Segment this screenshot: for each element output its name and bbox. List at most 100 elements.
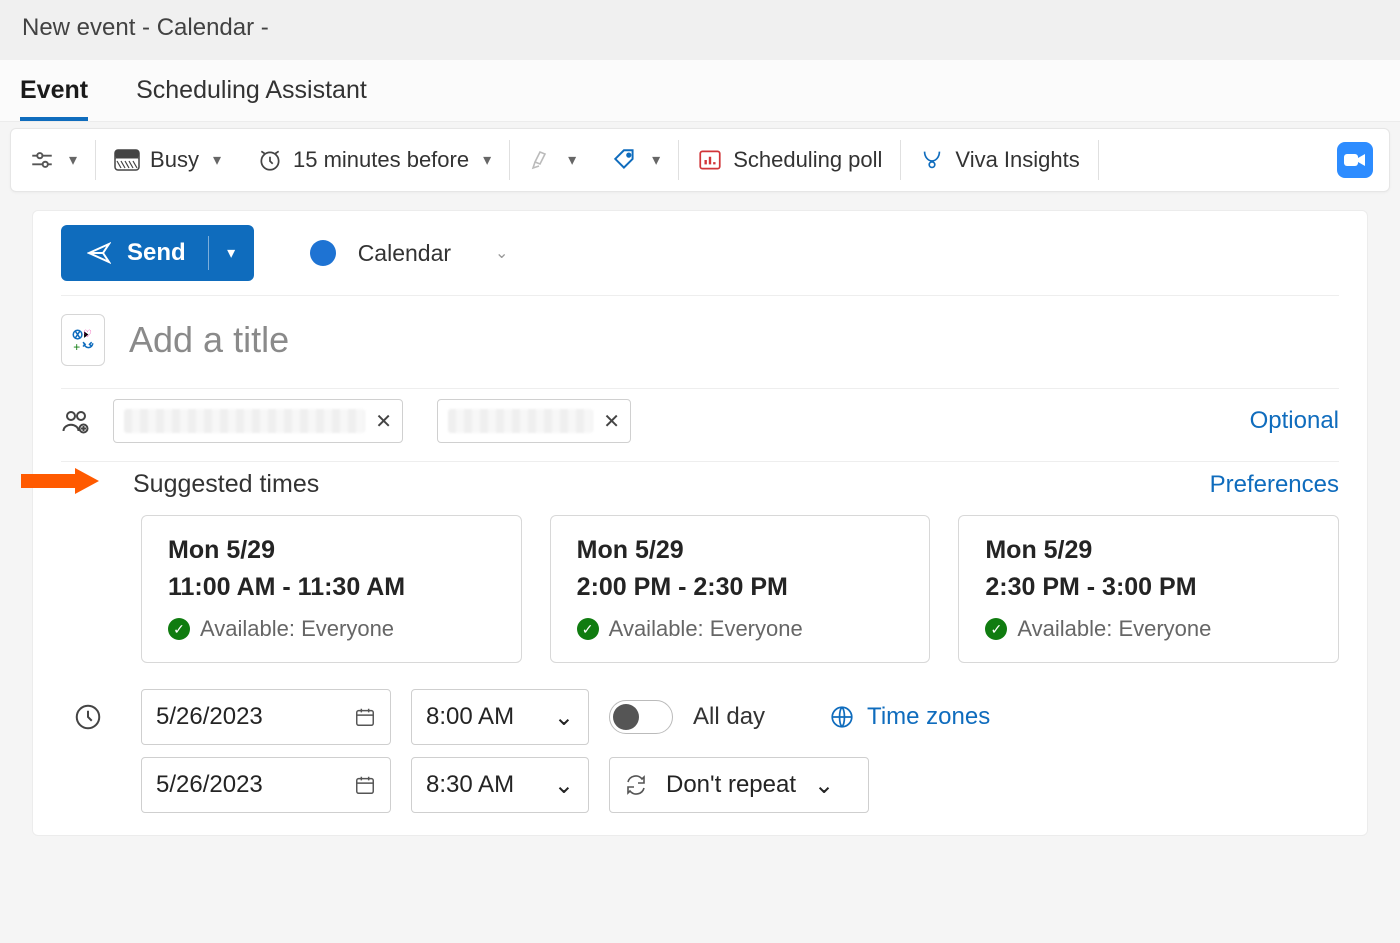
chevron-down-icon: ⌄ bbox=[495, 243, 508, 263]
suggested-time: 2:00 PM - 2:30 PM bbox=[577, 573, 904, 602]
viva-icon bbox=[919, 147, 945, 173]
viva-label: Viva Insights bbox=[955, 147, 1079, 173]
chevron-down-icon: ▾ bbox=[568, 150, 576, 170]
svg-text:♡: ♡ bbox=[83, 329, 92, 340]
chevron-down-icon: ▾ bbox=[213, 150, 221, 170]
time-zones-label: Time zones bbox=[867, 703, 990, 731]
preferences-link[interactable]: Preferences bbox=[1210, 471, 1339, 499]
poll-icon bbox=[697, 147, 723, 173]
scheduling-poll-button[interactable]: Scheduling poll bbox=[679, 129, 900, 191]
tab-scheduling-assistant[interactable]: Scheduling Assistant bbox=[136, 60, 367, 121]
busy-label: Busy bbox=[150, 147, 199, 173]
people-icon bbox=[61, 406, 91, 436]
suggested-date: Mon 5/29 bbox=[985, 536, 1312, 565]
format-painter-icon bbox=[528, 147, 554, 173]
attendee-redacted bbox=[448, 409, 593, 433]
reminder-button[interactable]: 15 minutes before ▾ bbox=[239, 129, 509, 191]
globe-icon bbox=[829, 704, 855, 730]
end-date-value: 5/26/2023 bbox=[156, 771, 263, 799]
tag-icon bbox=[612, 147, 638, 173]
recurrence-field[interactable]: Don't repeat ⌄ bbox=[609, 757, 869, 813]
send-split-button[interactable]: ▾ bbox=[208, 236, 254, 270]
suggested-availability: ✓ Available: Everyone bbox=[577, 616, 904, 642]
sliders-icon bbox=[29, 147, 55, 173]
chevron-down-icon: ⌄ bbox=[554, 703, 574, 732]
calendar-color-dot bbox=[310, 240, 336, 266]
chevron-down-icon: ⌄ bbox=[814, 771, 834, 800]
remove-attendee-button[interactable]: ✕ bbox=[375, 409, 392, 434]
send-icon bbox=[87, 242, 111, 264]
window-title-text: New event - Calendar - bbox=[22, 14, 269, 41]
svg-text:+: + bbox=[73, 340, 80, 353]
start-date-field[interactable]: 5/26/2023 bbox=[141, 689, 391, 745]
event-form: Send ▾ Calendar ⌄ ♡ + bbox=[32, 210, 1368, 836]
all-day-label: All day bbox=[693, 703, 765, 731]
suggested-times-header: Suggested times Preferences bbox=[33, 462, 1367, 515]
calendar-selector[interactable]: Calendar bbox=[358, 240, 451, 267]
chevron-down-icon: ▾ bbox=[483, 150, 491, 170]
tabs-bar: Event Scheduling Assistant bbox=[0, 60, 1400, 122]
busy-status-button[interactable]: Busy ▾ bbox=[96, 129, 239, 191]
calendar-icon bbox=[354, 706, 376, 728]
suggested-availability: ✓ Available: Everyone bbox=[985, 616, 1312, 642]
end-datetime-row: 5/26/2023 8:30 AM ⌄ Don't repeat ⌄ bbox=[33, 751, 1367, 835]
end-time-field[interactable]: 8:30 AM ⌄ bbox=[411, 757, 589, 813]
suggested-availability: ✓ Available: Everyone bbox=[168, 616, 495, 642]
availability-text: Available: Everyone bbox=[1017, 616, 1211, 642]
toolbar-settings-button[interactable]: ▾ bbox=[11, 129, 95, 191]
end-date-field[interactable]: 5/26/2023 bbox=[141, 757, 391, 813]
time-zones-link[interactable]: Time zones bbox=[829, 703, 990, 731]
calendar-icon bbox=[354, 774, 376, 796]
clock-icon bbox=[73, 702, 103, 732]
emoji-picker-button[interactable]: ♡ + bbox=[61, 314, 105, 366]
end-time-value: 8:30 AM bbox=[426, 771, 514, 799]
attendee-chip[interactable]: ✕ bbox=[437, 399, 631, 443]
repeat-icon bbox=[624, 773, 648, 797]
check-icon: ✓ bbox=[577, 618, 599, 640]
optional-attendees-link[interactable]: Optional bbox=[1250, 407, 1339, 435]
suggested-times-label: Suggested times bbox=[133, 470, 319, 499]
video-camera-icon bbox=[1344, 152, 1366, 168]
scheduling-poll-label: Scheduling poll bbox=[733, 147, 882, 173]
emoji-icon: ♡ + bbox=[70, 327, 96, 353]
suggested-times-list: Mon 5/29 11:00 AM - 11:30 AM ✓ Available… bbox=[33, 515, 1367, 683]
check-icon: ✓ bbox=[168, 618, 190, 640]
suggested-time-card[interactable]: Mon 5/29 11:00 AM - 11:30 AM ✓ Available… bbox=[141, 515, 522, 663]
title-row: ♡ + bbox=[33, 296, 1367, 388]
toolbar-separator bbox=[1098, 140, 1099, 180]
send-button[interactable]: Send ▾ bbox=[61, 225, 254, 281]
send-row: Send ▾ Calendar ⌄ bbox=[33, 211, 1367, 295]
suggested-time-card[interactable]: Mon 5/29 2:00 PM - 2:30 PM ✓ Available: … bbox=[550, 515, 931, 663]
attendee-redacted bbox=[124, 409, 365, 433]
send-label: Send bbox=[127, 239, 186, 267]
remove-attendee-button[interactable]: ✕ bbox=[603, 409, 620, 434]
format-painter-button[interactable]: ▾ bbox=[510, 129, 594, 191]
zoom-meeting-button[interactable] bbox=[1337, 142, 1373, 178]
busy-status-icon bbox=[114, 147, 140, 173]
recurrence-value: Don't repeat bbox=[666, 771, 796, 799]
chevron-down-icon: ▾ bbox=[227, 243, 235, 263]
start-date-value: 5/26/2023 bbox=[156, 703, 263, 731]
viva-insights-button[interactable]: Viva Insights bbox=[901, 129, 1097, 191]
suggested-time: 11:00 AM - 11:30 AM bbox=[168, 573, 495, 602]
window-title: New event - Calendar - bbox=[0, 0, 1400, 60]
chevron-down-icon: ⌄ bbox=[554, 771, 574, 800]
alarm-clock-icon bbox=[257, 147, 283, 173]
check-icon: ✓ bbox=[985, 618, 1007, 640]
all-day-toggle[interactable] bbox=[609, 700, 673, 734]
start-time-field[interactable]: 8:00 AM ⌄ bbox=[411, 689, 589, 745]
attendees-row: ✕ ✕ Optional bbox=[33, 389, 1367, 461]
attendee-chip[interactable]: ✕ bbox=[113, 399, 403, 443]
start-time-value: 8:00 AM bbox=[426, 703, 514, 731]
title-input[interactable] bbox=[129, 319, 1339, 361]
suggested-time: 2:30 PM - 3:00 PM bbox=[985, 573, 1312, 602]
suggested-time-card[interactable]: Mon 5/29 2:30 PM - 3:00 PM ✓ Available: … bbox=[958, 515, 1339, 663]
tab-event[interactable]: Event bbox=[20, 60, 88, 121]
toolbar: ▾ Busy ▾ 15 minutes before ▾ ▾ ▾ bbox=[10, 128, 1390, 192]
suggested-date: Mon 5/29 bbox=[168, 536, 495, 565]
availability-text: Available: Everyone bbox=[200, 616, 394, 642]
suggested-date: Mon 5/29 bbox=[577, 536, 904, 565]
categorize-button[interactable]: ▾ bbox=[594, 129, 678, 191]
chevron-down-icon: ▾ bbox=[652, 150, 660, 170]
chevron-down-icon: ▾ bbox=[69, 150, 77, 170]
